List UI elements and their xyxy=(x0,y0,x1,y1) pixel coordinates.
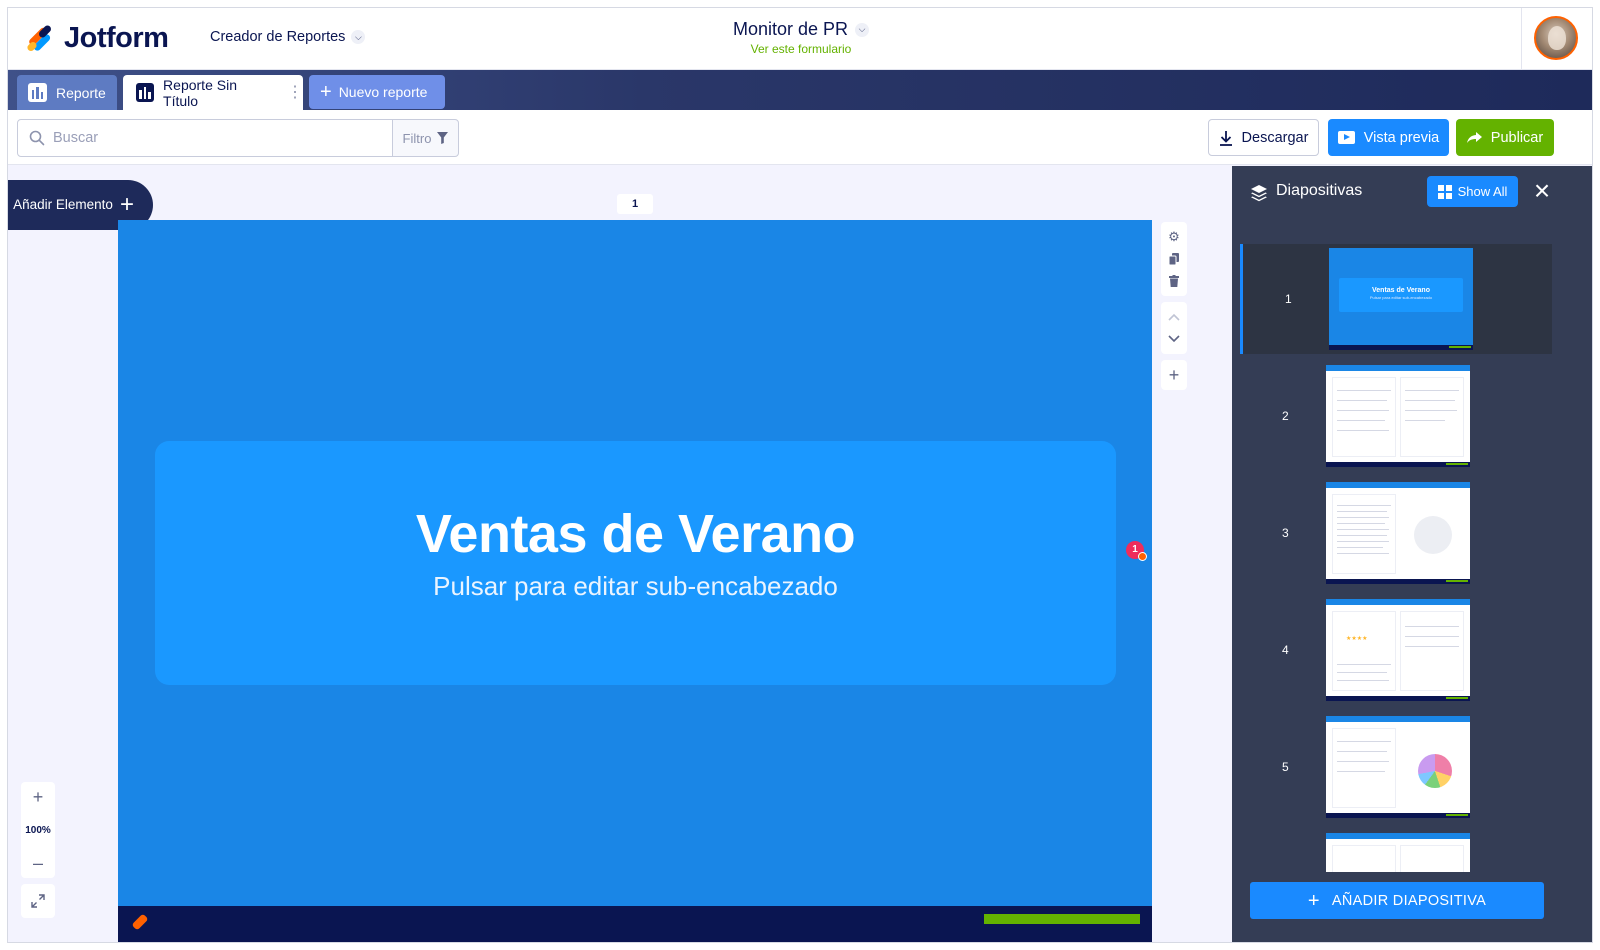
tab-label: Nuevo reporte xyxy=(338,84,428,100)
header-divider xyxy=(1521,8,1522,70)
slide-tools: ⚙ + xyxy=(1161,222,1187,396)
new-report-button[interactable]: + Nuevo reporte xyxy=(309,75,445,109)
chevron-up-icon[interactable] xyxy=(1161,306,1187,328)
filter-icon xyxy=(437,132,449,144)
report-tab-bar: Reporte Reporte Sin Título ⋮ + Nuevo rep… xyxy=(8,70,1592,110)
slide-thumbnail-2[interactable]: 2 xyxy=(1240,361,1552,471)
thumbnail-preview: Ventas de Verano Pulsar para editar sub-e… xyxy=(1329,248,1473,350)
slide-subtitle[interactable]: Pulsar para editar sub-encabezado xyxy=(155,571,1116,602)
thumbnail-number: 3 xyxy=(1282,526,1289,540)
view-form-link[interactable]: Ver este formulario xyxy=(8,42,1592,56)
share-arrow-icon xyxy=(1466,131,1482,143)
thumbnail-preview xyxy=(1326,482,1470,584)
show-all-button[interactable]: Show All xyxy=(1427,176,1518,207)
slide-footer xyxy=(118,906,1152,942)
tab-label: Reporte Sin Título xyxy=(163,76,237,109)
zoom-out-button[interactable]: – xyxy=(33,852,43,874)
tab-reporte[interactable]: Reporte xyxy=(17,75,117,110)
add-slide-button[interactable]: + AÑADIR DIAPOSITIVA xyxy=(1250,882,1544,919)
download-icon xyxy=(1219,130,1232,146)
report-chart-icon xyxy=(136,83,155,102)
thumbnail-pie xyxy=(1414,516,1452,554)
download-label: Descargar xyxy=(1241,129,1309,146)
grid-icon xyxy=(1437,184,1452,199)
slides-panel: Diapositivas Show All × 1 Ventas de Vera… xyxy=(1232,166,1592,942)
zoom-in-button[interactable]: + xyxy=(33,786,44,808)
slide-thumbnail-list[interactable]: 1 Ventas de Verano Pulsar para editar sub… xyxy=(1232,236,1592,872)
thumbnail-number: 1 xyxy=(1285,292,1292,306)
app-window: Jotform Creador de Reportes ⌵ Monitor de… xyxy=(7,7,1593,943)
slide-thumbnail-5[interactable]: 5 xyxy=(1240,712,1552,822)
thumbnail-number: 5 xyxy=(1282,760,1289,774)
tab-label: Reporte xyxy=(56,84,106,101)
play-icon xyxy=(1337,131,1355,144)
form-selector[interactable]: Monitor de PR ⌵ xyxy=(732,19,870,40)
panel-title: Diapositivas xyxy=(1276,182,1363,199)
add-element-label: Añadir Elemento xyxy=(13,197,113,212)
kebab-menu-icon[interactable]: ⋮ xyxy=(287,84,303,101)
publish-button[interactable]: Publicar xyxy=(1456,119,1554,156)
publish-label: Publicar xyxy=(1490,129,1544,146)
footer-logo-icon xyxy=(131,913,149,931)
thumbnail-stars: ★★★★ xyxy=(1346,636,1368,642)
form-title: Monitor de PR xyxy=(732,19,849,39)
slide-title[interactable]: Ventas de Verano xyxy=(155,503,1116,565)
thumbnail-number: 2 xyxy=(1282,409,1289,423)
slide-order-group xyxy=(1161,302,1187,354)
slide-thumbnail-4[interactable]: 4 ★★★★ xyxy=(1240,595,1552,705)
gear-icon[interactable]: ⚙ xyxy=(1161,226,1187,248)
thumbnail-preview: ★★★★ xyxy=(1326,599,1470,701)
search-box xyxy=(17,119,393,157)
add-slide-group: + xyxy=(1161,360,1187,390)
user-avatar[interactable] xyxy=(1534,16,1578,60)
slide-canvas[interactable]: Ventas de Verano Pulsar para editar sub-… xyxy=(118,220,1152,942)
thumbnail-pie xyxy=(1418,754,1452,788)
slide-thumbnail-1[interactable]: 1 Ventas de Verano Pulsar para editar sub… xyxy=(1240,244,1552,354)
plus-icon: + xyxy=(1307,889,1320,912)
slide-actions-group: ⚙ xyxy=(1161,222,1187,296)
slide-thumbnail-6[interactable] xyxy=(1240,829,1552,872)
thumbnail-title: Ventas de Verano xyxy=(1372,287,1430,294)
tab-reporte-sin-titulo[interactable]: Reporte Sin Título ⋮ xyxy=(123,75,303,110)
chevron-down-icon[interactable] xyxy=(1161,328,1187,350)
top-header: Jotform Creador de Reportes ⌵ Monitor de… xyxy=(8,8,1592,70)
thumbnail-preview xyxy=(1326,833,1470,872)
filter-label: Filtro xyxy=(402,130,432,146)
thumbnail-number: 4 xyxy=(1282,643,1289,657)
zoom-level: 100% xyxy=(25,824,51,836)
add-slide-label: AÑADIR DIAPOSITIVA xyxy=(1331,892,1487,909)
title-block[interactable]: Ventas de Verano Pulsar para editar sub-… xyxy=(155,441,1116,685)
report-chart-icon xyxy=(28,83,47,102)
footer-accent-bar xyxy=(984,914,1140,924)
copy-icon[interactable] xyxy=(1161,248,1187,270)
slide-thumbnail-3[interactable]: 3 xyxy=(1240,478,1552,588)
zoom-control: + 100% – xyxy=(21,782,55,878)
plus-icon[interactable]: + xyxy=(1161,364,1187,386)
form-title-area: Monitor de PR ⌵ Ver este formulario xyxy=(8,19,1592,56)
layers-icon xyxy=(1251,185,1267,202)
trash-icon[interactable] xyxy=(1161,270,1187,292)
page-number: 1 xyxy=(617,194,653,214)
show-all-label: Show All xyxy=(1457,184,1508,199)
thumbnail-subtitle: Pulsar para editar sub-encabezado xyxy=(1369,295,1433,300)
close-icon[interactable]: × xyxy=(1528,177,1556,206)
preview-label: Vista previa xyxy=(1363,129,1440,146)
canvas-area: Añadir Elemento + 1 Ventas de Verano Pul… xyxy=(8,166,1232,942)
plus-icon: + xyxy=(320,81,332,103)
chevron-down-icon: ⌵ xyxy=(855,22,870,37)
expand-icon[interactable] xyxy=(21,884,55,918)
search-input[interactable] xyxy=(53,130,373,146)
preview-button[interactable]: Vista previa xyxy=(1328,119,1449,156)
filter-button[interactable]: Filtro xyxy=(392,119,459,157)
panel-header: Diapositivas Show All × xyxy=(1232,166,1592,222)
toolbar: Filtro Descargar Vista previa Publicar xyxy=(8,110,1592,165)
comment-badge[interactable]: 1 xyxy=(1126,541,1147,561)
download-button[interactable]: Descargar xyxy=(1208,119,1319,156)
search-icon xyxy=(29,130,45,146)
thumbnail-preview xyxy=(1326,716,1470,818)
plus-icon: + xyxy=(120,191,135,218)
thumbnail-preview xyxy=(1326,365,1470,467)
